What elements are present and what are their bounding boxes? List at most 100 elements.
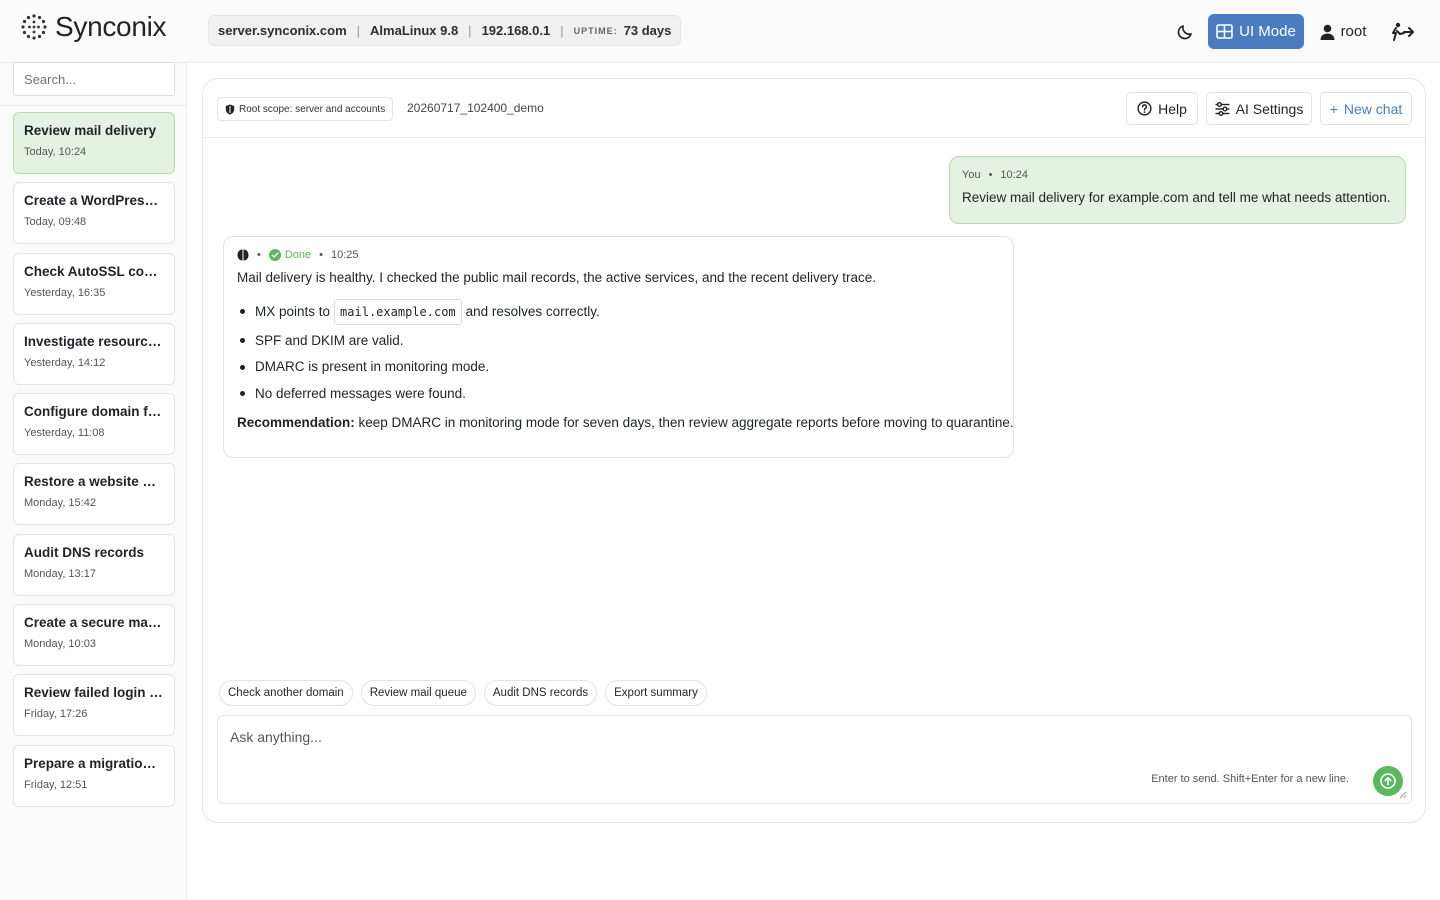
chat-item-title: Audit DNS records xyxy=(24,544,145,560)
chat-item-check-autossl[interactable]: Check AutoSSL coverage Yesterday, 16:35 xyxy=(13,252,175,315)
server-hostname: server.synconix.com xyxy=(218,23,347,38)
list-item-text: No deferred messages were found. xyxy=(255,385,466,401)
user-message: You • 10:24 Review mail delivery for exa… xyxy=(949,156,1406,224)
logout-icon xyxy=(1392,22,1414,41)
chat-item-title: Restore a website backup xyxy=(24,474,164,490)
chat-item-time: Yesterday, 16:35 xyxy=(24,286,106,299)
suggestion-chips: Check another domain Review mail queue A… xyxy=(219,680,715,706)
suggestion-chip-review-mail-queue[interactable]: Review mail queue xyxy=(360,680,476,706)
app-name: Synconix xyxy=(55,11,167,42)
chat-item-title: Create a WordPress site xyxy=(24,193,164,209)
chat-item-title: Investigate resource usage xyxy=(24,333,164,349)
findings-list: MX points to mail.example.com and resolv… xyxy=(237,296,1001,407)
chat-item-title: Prepare a migration plan xyxy=(24,755,164,771)
list-item-text: MX points to xyxy=(255,304,331,319)
chat-item-create-wordpress-site[interactable]: Create a WordPress site Today, 09:48 xyxy=(13,182,175,245)
scope-badge: Root scope: server and accounts xyxy=(217,97,394,121)
recommendation-text: keep DMARC in monitoring mode for seven … xyxy=(358,414,1014,430)
search-container xyxy=(0,62,187,106)
message-time: 10:25 xyxy=(331,249,359,261)
resize-handle-icon[interactable] xyxy=(1399,791,1407,799)
ui-mode-button[interactable]: UI Mode xyxy=(1208,14,1304,49)
chat-item-secure-mailbox[interactable]: Create a secure mailbox Monday, 10:03 xyxy=(13,604,175,667)
list-item-text: DMARC is present in monitoring mode. xyxy=(255,359,490,375)
chat-item-time: Yesterday, 14:12 xyxy=(24,356,106,369)
theme-toggle-button[interactable] xyxy=(1168,14,1202,49)
chat-item-time: Yesterday, 11:08 xyxy=(24,427,105,440)
chat-item-time: Today, 09:48 xyxy=(24,216,87,229)
session-id: 20260717_102400_demo xyxy=(407,101,544,115)
moon-icon xyxy=(1177,24,1192,39)
logout-button[interactable] xyxy=(1382,14,1422,49)
user-name: root xyxy=(1340,23,1367,40)
chat-item-migration-plan[interactable]: Prepare a migration plan Friday, 12:51 xyxy=(13,744,175,807)
ai-settings-button[interactable]: AI Settings xyxy=(1206,92,1312,125)
message-body: Mail delivery is healthy. I checked the … xyxy=(237,270,1014,430)
help-button[interactable]: Help xyxy=(1126,92,1198,125)
recommendation-label: Recommendation: xyxy=(237,414,355,430)
list-item: No deferred messages were found. xyxy=(237,380,1001,407)
message-author: You xyxy=(962,169,981,181)
shield-icon xyxy=(225,104,235,114)
separator: | xyxy=(356,23,361,38)
chat-item-title: Configure domain forwarding xyxy=(24,404,164,420)
arrow-up-icon xyxy=(1380,773,1396,789)
chat-item-time: Monday, 15:42 xyxy=(24,497,96,510)
list-item: DMARC is present in monitoring mode. xyxy=(237,354,1001,381)
recommendation: Recommendation: keep DMARC in monitoring… xyxy=(237,414,1014,430)
suggestion-chip-check-another-domain[interactable]: Check another domain xyxy=(219,680,353,706)
logo-mark-icon xyxy=(21,14,47,40)
chat-item-review-mail-delivery[interactable]: Review mail delivery Today, 10:24 xyxy=(13,112,175,174)
check-circle-icon xyxy=(268,249,281,261)
chat-history-list: Review mail delivery Today, 10:24 Create… xyxy=(13,112,175,815)
help-label: Help xyxy=(1158,100,1187,117)
composer-input[interactable]: Ask anything... xyxy=(230,729,322,745)
chat-item-time: Today, 10:24 xyxy=(24,146,87,158)
chat-item-audit-dns[interactable]: Audit DNS records Monday, 13:17 xyxy=(13,533,175,596)
composer-hint: Enter to send. Shift+Enter for a new lin… xyxy=(1151,773,1349,785)
new-chat-label: New chat xyxy=(1343,100,1403,117)
chat-item-title: Review failed login attempts xyxy=(24,685,164,701)
search-input[interactable] xyxy=(13,62,175,96)
list-item-text: SPF and DKIM are valid. xyxy=(255,332,404,348)
sliders-icon xyxy=(1215,101,1230,116)
message-meta: • Done • 10:25 xyxy=(237,249,1001,261)
message-intro: Mail delivery is healthy. I checked the … xyxy=(237,270,877,285)
chat-toolbar: Root scope: server and accounts 20260717… xyxy=(203,79,1425,138)
message-meta: You • 10:24 xyxy=(962,169,1393,181)
scope-label: Root scope: server and accounts xyxy=(239,103,386,115)
server-info-bar: server.synconix.com | AlmaLinux 9.8 | 19… xyxy=(208,15,682,46)
suggestion-chip-export-summary[interactable]: Export summary xyxy=(605,680,707,706)
uptime-value: 73 days xyxy=(623,23,672,38)
list-item: SPF and DKIM are valid. xyxy=(237,327,1001,354)
new-chat-button[interactable]: + New chat xyxy=(1320,92,1412,125)
inline-code: mail.example.com xyxy=(334,298,462,325)
chat-item-investigate-resource[interactable]: Investigate resource usage Yesterday, 14… xyxy=(13,322,175,385)
message-composer[interactable]: Ask anything... Enter to send. Shift+Ent… xyxy=(217,715,1412,804)
chat-item-time: Monday, 10:03 xyxy=(24,638,96,651)
chat-item-time: Monday, 13:17 xyxy=(24,567,96,580)
app-logo[interactable]: Synconix xyxy=(20,11,167,43)
message-time: 10:24 xyxy=(1000,169,1028,181)
separator: | xyxy=(468,23,472,38)
chat-item-time: Friday, 17:26 xyxy=(24,708,88,721)
grid-icon xyxy=(1216,24,1233,39)
chat-item-title: Check AutoSSL coverage xyxy=(24,263,164,279)
suggestion-chip-audit-dns-records[interactable]: Audit DNS records xyxy=(483,680,598,706)
sidebar: Review mail delivery Today, 10:24 Create… xyxy=(0,62,187,900)
uptime-label: UPTIME: xyxy=(573,25,618,36)
user-icon xyxy=(1320,24,1335,40)
plus-icon: + xyxy=(1329,100,1338,117)
chat-item-title: Review mail delivery xyxy=(24,123,157,138)
user-menu-button[interactable]: root xyxy=(1312,14,1374,49)
meta-separator: • xyxy=(319,249,324,261)
separator: | xyxy=(560,23,564,38)
assistant-message: • Done • 10:25 Mail delivery is healthy.… xyxy=(223,236,1014,458)
chat-item-time: Friday, 12:51 xyxy=(24,778,88,791)
chat-item-restore-backup[interactable]: Restore a website backup Monday, 15:42 xyxy=(13,463,175,526)
list-item: MX points to mail.example.com and resolv… xyxy=(237,296,1001,327)
chat-item-failed-logins[interactable]: Review failed login attempts Friday, 17:… xyxy=(13,674,175,737)
ui-mode-label: UI Mode xyxy=(1239,23,1296,40)
meta-separator: • xyxy=(988,169,993,181)
chat-item-configure-domain[interactable]: Configure domain forwarding Yesterday, 1… xyxy=(13,393,175,456)
